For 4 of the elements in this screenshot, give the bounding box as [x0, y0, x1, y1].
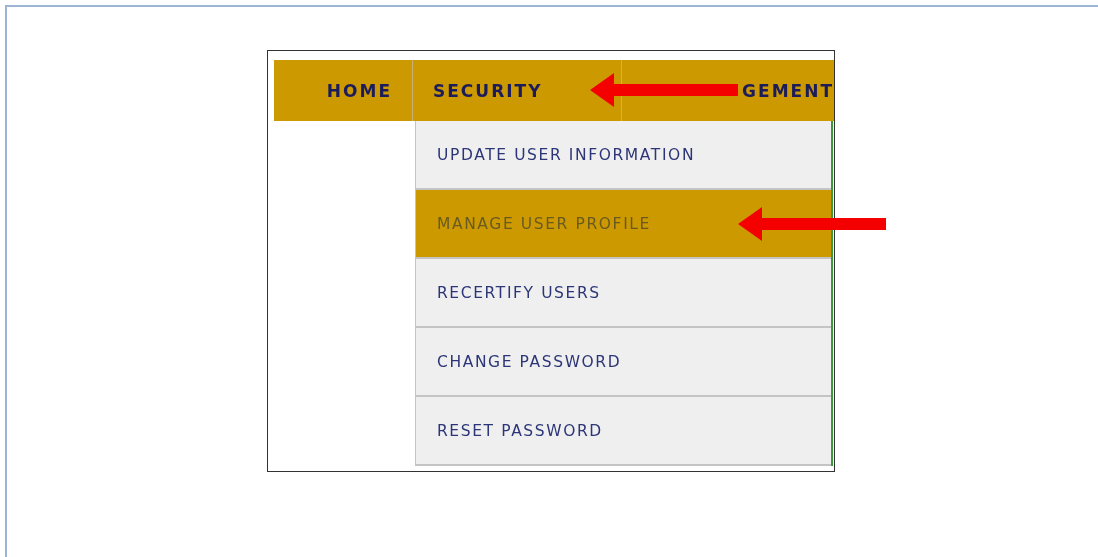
- nav-tab[interactable]: HOME: [274, 60, 413, 121]
- arrow-icon: [590, 73, 738, 107]
- arrow-icon: [738, 207, 886, 241]
- nav-tab[interactable]: GEMENT: [622, 60, 834, 121]
